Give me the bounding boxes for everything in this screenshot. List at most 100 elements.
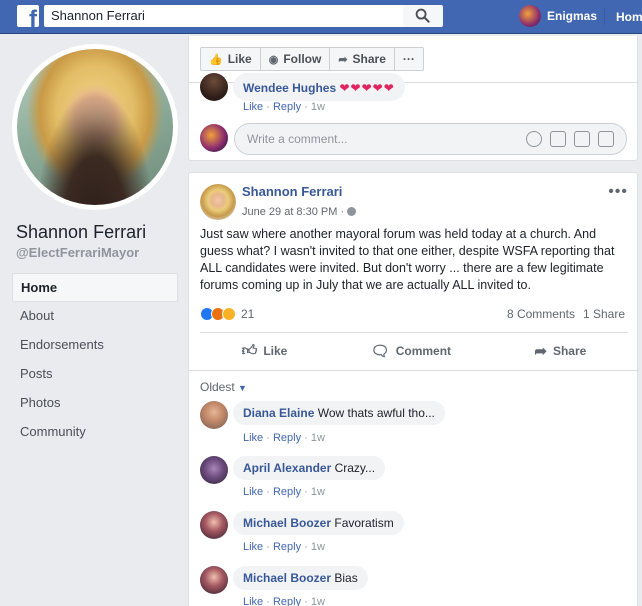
avatar[interactable] (200, 566, 228, 594)
comment-bubble: Diana Elaine Wow thats awful tho... (233, 401, 445, 425)
sidebar-item-community[interactable]: Community (12, 418, 178, 447)
post-author[interactable]: Shannon Ferrari (242, 184, 342, 199)
previous-post-card: 👍 Like ◉ Follow ➦ Share ··· Wendee Hughes ❤… (188, 36, 639, 161)
gif-icon[interactable] (574, 131, 590, 147)
page-title[interactable]: Shannon Ferrari (16, 222, 146, 243)
thumbs-up-icon: 👍︎ (241, 342, 258, 359)
post-counts: 8 Comments 1 Share (507, 307, 625, 321)
comment-author[interactable]: Diana Elaine (243, 406, 314, 420)
avatar[interactable] (200, 401, 228, 429)
comment-time[interactable]: 1w (311, 541, 325, 553)
sidebar-item-home[interactable]: Home (12, 273, 178, 302)
sidebar-item-posts[interactable]: Posts (12, 360, 178, 389)
reactions-summary[interactable]: 21 (200, 307, 254, 321)
comment-text: Favoratism (334, 516, 394, 530)
page-handle[interactable]: @ElectFerrariMayor (16, 245, 139, 260)
comment-bubble: April Alexander Crazy... (233, 456, 386, 480)
comment-time[interactable]: 1w (311, 101, 325, 113)
profile-shortcut[interactable]: Enigmas (519, 5, 597, 27)
post-time-text: June 29 at 8:30 PM · (242, 206, 348, 218)
comment-text: Wow thats awful tho... (317, 406, 435, 420)
avatar (519, 5, 541, 27)
emoji-icon[interactable] (526, 131, 542, 147)
comment-author[interactable]: April Alexander (243, 461, 331, 475)
page-follow-button[interactable]: ◉ Follow (259, 47, 330, 71)
comment-like-link[interactable]: Like (243, 486, 263, 498)
comment-bubble: Michael Boozer Bias (233, 566, 368, 590)
like-button[interactable]: 👍︎ Like (242, 342, 288, 360)
comment-like-link[interactable]: Like (243, 432, 263, 444)
comment-reply-link[interactable]: Reply (273, 101, 301, 113)
comment-meta: Like · Reply · 1w (243, 596, 325, 606)
comment-author[interactable]: Wendee Hughes (243, 81, 336, 95)
more-icon: ··· (402, 52, 415, 66)
sidebar-item-endorsements[interactable]: Endorsements (12, 331, 178, 360)
avatar[interactable] (200, 456, 228, 484)
comment-like-link[interactable]: Like (243, 101, 263, 113)
top-navigation-bar: f Shannon Ferrari Enigmas Hom (0, 0, 642, 34)
comment-author[interactable]: Michael Boozer (243, 571, 331, 585)
comment-sort-dropdown[interactable]: Oldest ▼ (200, 380, 247, 394)
post-options-icon[interactable]: ••• (608, 183, 628, 201)
thumbs-up-icon: 👍 (209, 53, 223, 66)
comment-tools (526, 131, 614, 147)
comment-time[interactable]: 1w (311, 596, 325, 606)
comment-reply-link[interactable]: Reply (273, 432, 301, 444)
caret-down-icon: ▼ (238, 383, 247, 393)
share-button[interactable]: ➦ Share (534, 342, 586, 360)
comment-input[interactable]: Write a comment... (234, 123, 627, 155)
comment-like-link[interactable]: Like (243, 596, 263, 606)
sticker-icon[interactable] (598, 131, 614, 147)
comment-bubble: Michael Boozer Favoratism (233, 511, 404, 535)
comment-bubble: Wendee Hughes ❤❤❤❤❤ (233, 73, 405, 101)
comment-button[interactable]: 🗨︎ Comment (371, 342, 451, 360)
comment-reply-link[interactable]: Reply (273, 541, 301, 553)
post-timestamp[interactable]: June 29 at 8:30 PM · (242, 206, 357, 218)
reaction-count: 21 (241, 307, 255, 321)
comment-text: Crazy... (334, 461, 376, 475)
share-label: Share (552, 344, 587, 358)
page-action-bar: 👍 Like ◉ Follow ➦ Share ··· (200, 47, 424, 71)
share-arrow-icon: ➦ (338, 53, 348, 66)
comment-meta: Like · Reply · 1w (243, 541, 325, 553)
comment-author[interactable]: Michael Boozer (243, 516, 331, 530)
avatar[interactable] (200, 73, 228, 101)
comment-placeholder: Write a comment... (247, 132, 348, 146)
comments-count-link[interactable]: 8 Comments (507, 307, 575, 321)
search-icon (415, 8, 430, 23)
comment-time[interactable]: 1w (311, 486, 325, 498)
globe-icon (347, 207, 357, 216)
avatar (200, 124, 228, 152)
comment-meta: Like · Reply · 1w (243, 486, 325, 498)
comment-meta: Like · Reply · 1w (243, 432, 325, 444)
page-more-button[interactable]: ··· (393, 47, 424, 71)
like-label: Like (263, 344, 288, 358)
speech-bubble-icon: 🗨︎ (370, 343, 390, 360)
search-input[interactable]: Shannon Ferrari (44, 5, 403, 27)
avatar[interactable] (200, 184, 236, 220)
rss-icon: ◉ (268, 53, 279, 66)
profile-picture[interactable] (12, 44, 178, 210)
sidebar-item-photos[interactable]: Photos (12, 389, 178, 418)
post-body: Just saw where another mayoral forum was… (200, 227, 615, 292)
page-share-label: Share (352, 52, 386, 66)
comment-reply-link[interactable]: Reply (273, 486, 301, 498)
profile-photo (17, 49, 173, 205)
search-button[interactable] (403, 5, 443, 27)
camera-icon[interactable] (550, 131, 566, 147)
wow-reaction-icon (222, 307, 236, 321)
comment-time[interactable]: 1w (311, 432, 325, 444)
page-follow-label: Follow (283, 52, 322, 66)
post-action-bar: 👍︎ Like 🗨︎ Comment ➦ Share (200, 333, 628, 369)
page-sidebar-nav: Home About Endorsements Posts Photos Com… (12, 273, 178, 447)
page-like-button[interactable]: 👍 Like (200, 47, 260, 71)
comment-like-link[interactable]: Like (243, 541, 263, 553)
comment-reply-link[interactable]: Reply (273, 596, 301, 606)
page-share-button[interactable]: ➦ Share (329, 47, 394, 71)
avatar[interactable] (200, 511, 228, 539)
facebook-logo-icon[interactable]: f (17, 5, 39, 27)
shares-count-link[interactable]: 1 Share (583, 307, 625, 321)
sidebar-item-about[interactable]: About (12, 302, 178, 331)
user-name: Enigmas (547, 9, 598, 23)
home-link[interactable]: Hom (616, 10, 642, 24)
